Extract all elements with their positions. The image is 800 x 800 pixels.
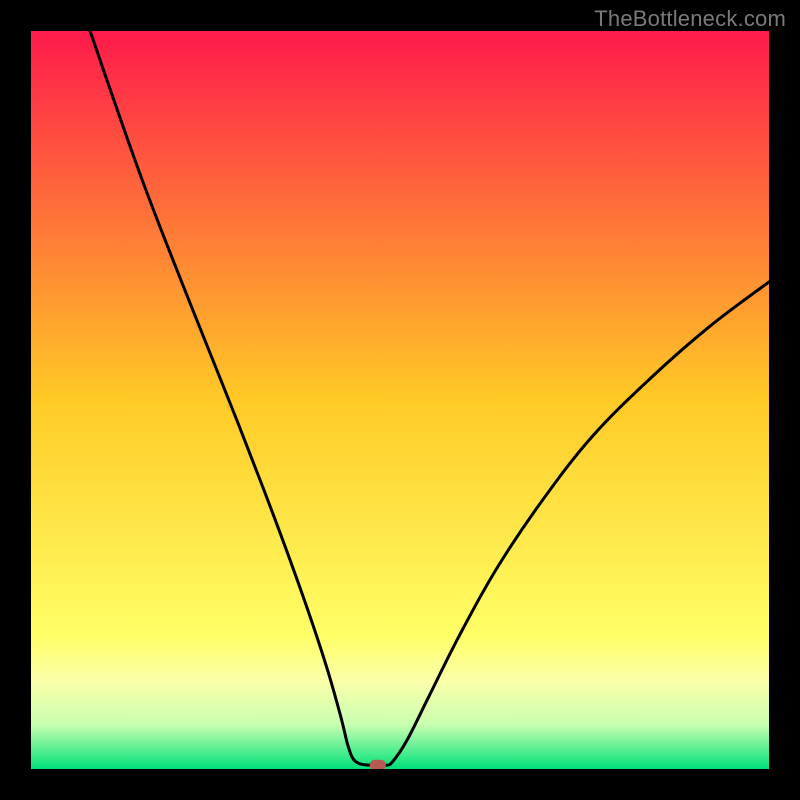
optimal-point-marker	[370, 760, 386, 771]
plot-background	[31, 31, 769, 769]
watermark-text: TheBottleneck.com	[594, 6, 786, 32]
bottleneck-chart	[0, 0, 800, 800]
chart-frame: TheBottleneck.com	[0, 0, 800, 800]
